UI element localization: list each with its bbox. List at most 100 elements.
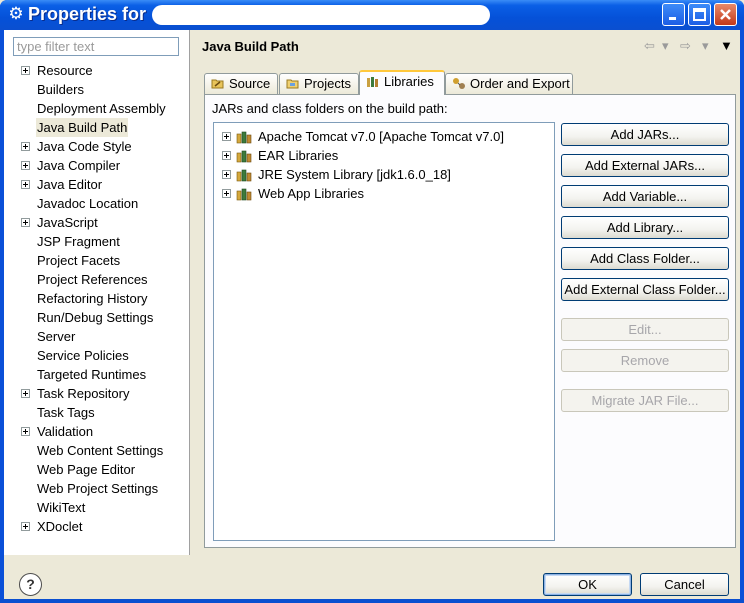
forward-menu-chevron-icon[interactable]: ▾ xyxy=(702,38,709,54)
library-books-icon xyxy=(236,131,252,144)
tree-item-label: Web Project Settings xyxy=(37,481,159,496)
tree-item-label: Service Policies xyxy=(37,348,129,363)
source-folder-icon xyxy=(211,79,224,89)
library-item[interactable]: Apache Tomcat v7.0 [Apache Tomcat v7.0] xyxy=(214,127,554,146)
tree-item-label: Server xyxy=(37,329,76,344)
tree-item[interactable]: Task Tags xyxy=(4,403,190,422)
add-library-button[interactable]: Add Library... xyxy=(561,216,729,239)
edit-button[interactable]: Edit... xyxy=(561,318,729,341)
tree-item[interactable]: Project References xyxy=(4,270,190,289)
add-class-folder-button[interactable]: Add Class Folder... xyxy=(561,247,729,270)
expand-plus-icon[interactable] xyxy=(21,180,30,189)
tree-item[interactable]: Web Project Settings xyxy=(4,479,190,498)
tree-item-label: JSP Fragment xyxy=(37,234,120,249)
expand-plus-icon[interactable] xyxy=(21,218,30,227)
ok-button[interactable]: OK xyxy=(543,573,632,596)
tree-item-label: Project Facets xyxy=(37,253,121,268)
tree-item[interactable]: Task Repository xyxy=(4,384,190,403)
library-item[interactable]: EAR Libraries xyxy=(214,146,554,165)
tab-source[interactable]: Source xyxy=(204,73,278,94)
tree-item-label: Project References xyxy=(37,272,148,287)
tree-item[interactable]: Server xyxy=(4,327,190,346)
redacted-project-name xyxy=(152,5,490,25)
remove-button[interactable]: Remove xyxy=(561,349,729,372)
tree-item-label: Builders xyxy=(37,82,84,97)
tab-projects-label: Projects xyxy=(304,76,351,91)
library-list[interactable]: Apache Tomcat v7.0 [Apache Tomcat v7.0] E… xyxy=(213,122,555,541)
tree-item[interactable]: Resource xyxy=(4,61,190,80)
tree-item-label: Deployment Assembly xyxy=(37,101,166,116)
back-arrow-icon[interactable]: ⇦ xyxy=(644,38,655,54)
tree-item[interactable]: Targeted Runtimes xyxy=(4,365,190,384)
tab-projects[interactable]: Projects xyxy=(279,73,359,94)
library-item-label: Web App Libraries xyxy=(258,186,364,201)
library-item[interactable]: Web App Libraries xyxy=(214,184,554,203)
tab-libraries-label: Libraries xyxy=(384,74,434,89)
expand-plus-icon[interactable] xyxy=(222,170,231,179)
library-item[interactable]: JRE System Library [jdk1.6.0_18] xyxy=(214,165,554,184)
tree-item[interactable]: XDoclet xyxy=(4,517,190,536)
expand-plus-icon[interactable] xyxy=(222,132,231,141)
add-external-class-folder-button[interactable]: Add External Class Folder... xyxy=(561,278,729,301)
tree-item-label: Targeted Runtimes xyxy=(37,367,147,382)
tree-item-label: Task Repository xyxy=(37,386,130,401)
tab-libraries[interactable]: Libraries xyxy=(359,70,445,95)
tree-item-label: Refactoring History xyxy=(37,291,148,306)
tree-item[interactable]: JavaScript xyxy=(4,213,190,232)
minimize-button[interactable] xyxy=(662,3,685,26)
tree-item[interactable]: Web Page Editor xyxy=(4,460,190,479)
history-nav: ⇦ ▾ ⇨ ▾ ▼ xyxy=(642,38,734,56)
tab-order-and-export[interactable]: Order and Export xyxy=(445,73,573,94)
view-menu-chevron-icon[interactable]: ▼ xyxy=(720,38,733,53)
tree-item[interactable]: JSP Fragment xyxy=(4,232,190,251)
tree-item-label: XDoclet xyxy=(37,519,83,534)
window-frame-bottom xyxy=(0,599,744,603)
tree-item[interactable]: Builders xyxy=(4,80,190,99)
libraries-tab-panel: JARs and class folders on the build path… xyxy=(204,94,736,548)
help-button[interactable]: ? xyxy=(19,573,42,596)
tree-item[interactable]: Refactoring History xyxy=(4,289,190,308)
back-menu-chevron-icon[interactable]: ▾ xyxy=(662,38,669,54)
tree-item[interactable]: Deployment Assembly xyxy=(4,99,190,118)
libraries-icon xyxy=(367,77,378,87)
title-bar[interactable]: ⚙ Properties for xyxy=(0,0,744,30)
tree-item[interactable]: Web Content Settings xyxy=(4,441,190,460)
tree-item[interactable]: WikiText xyxy=(4,498,190,517)
tree-item[interactable]: Run/Debug Settings xyxy=(4,308,190,327)
filter-input[interactable] xyxy=(13,37,179,56)
expand-plus-icon[interactable] xyxy=(21,66,30,75)
library-books-icon xyxy=(236,150,252,163)
tree-item-label: Task Tags xyxy=(37,405,95,420)
library-item-label: Apache Tomcat v7.0 [Apache Tomcat v7.0] xyxy=(258,129,504,144)
add-variable-button[interactable]: Add Variable... xyxy=(561,185,729,208)
library-books-icon xyxy=(236,188,252,201)
tree-item[interactable]: Java Compiler xyxy=(4,156,190,175)
tree-item-label: JavaScript xyxy=(37,215,98,230)
expand-plus-icon[interactable] xyxy=(222,151,231,160)
tree-item[interactable]: Service Policies xyxy=(4,346,190,365)
library-item-label: JRE System Library [jdk1.6.0_18] xyxy=(258,167,451,182)
tree-item[interactable]: Java Build Path xyxy=(4,118,190,137)
maximize-icon xyxy=(693,8,706,21)
expand-plus-icon[interactable] xyxy=(21,142,30,151)
expand-plus-icon[interactable] xyxy=(21,161,30,170)
tree-item[interactable]: Validation xyxy=(4,422,190,441)
tree-item-label: Validation xyxy=(37,424,94,439)
forward-arrow-icon[interactable]: ⇨ xyxy=(680,38,691,54)
library-item-label: EAR Libraries xyxy=(258,148,339,163)
cancel-button[interactable]: Cancel xyxy=(640,573,729,596)
tree-item[interactable]: Java Code Style xyxy=(4,137,190,156)
expand-plus-icon[interactable] xyxy=(21,522,30,531)
tree-item-label: Javadoc Location xyxy=(37,196,139,211)
tree-item[interactable]: Javadoc Location xyxy=(4,194,190,213)
expand-plus-icon[interactable] xyxy=(222,189,231,198)
add-external-jars-button[interactable]: Add External JARs... xyxy=(561,154,729,177)
expand-plus-icon[interactable] xyxy=(21,427,30,436)
tree-item[interactable]: Project Facets xyxy=(4,251,190,270)
maximize-button[interactable] xyxy=(688,3,711,26)
migrate-jar-file-button[interactable]: Migrate JAR File... xyxy=(561,389,729,412)
expand-plus-icon[interactable] xyxy=(21,389,30,398)
tree-item[interactable]: Java Editor xyxy=(4,175,190,194)
add-jars-button[interactable]: Add JARs... xyxy=(561,123,729,146)
close-button[interactable] xyxy=(714,3,737,26)
